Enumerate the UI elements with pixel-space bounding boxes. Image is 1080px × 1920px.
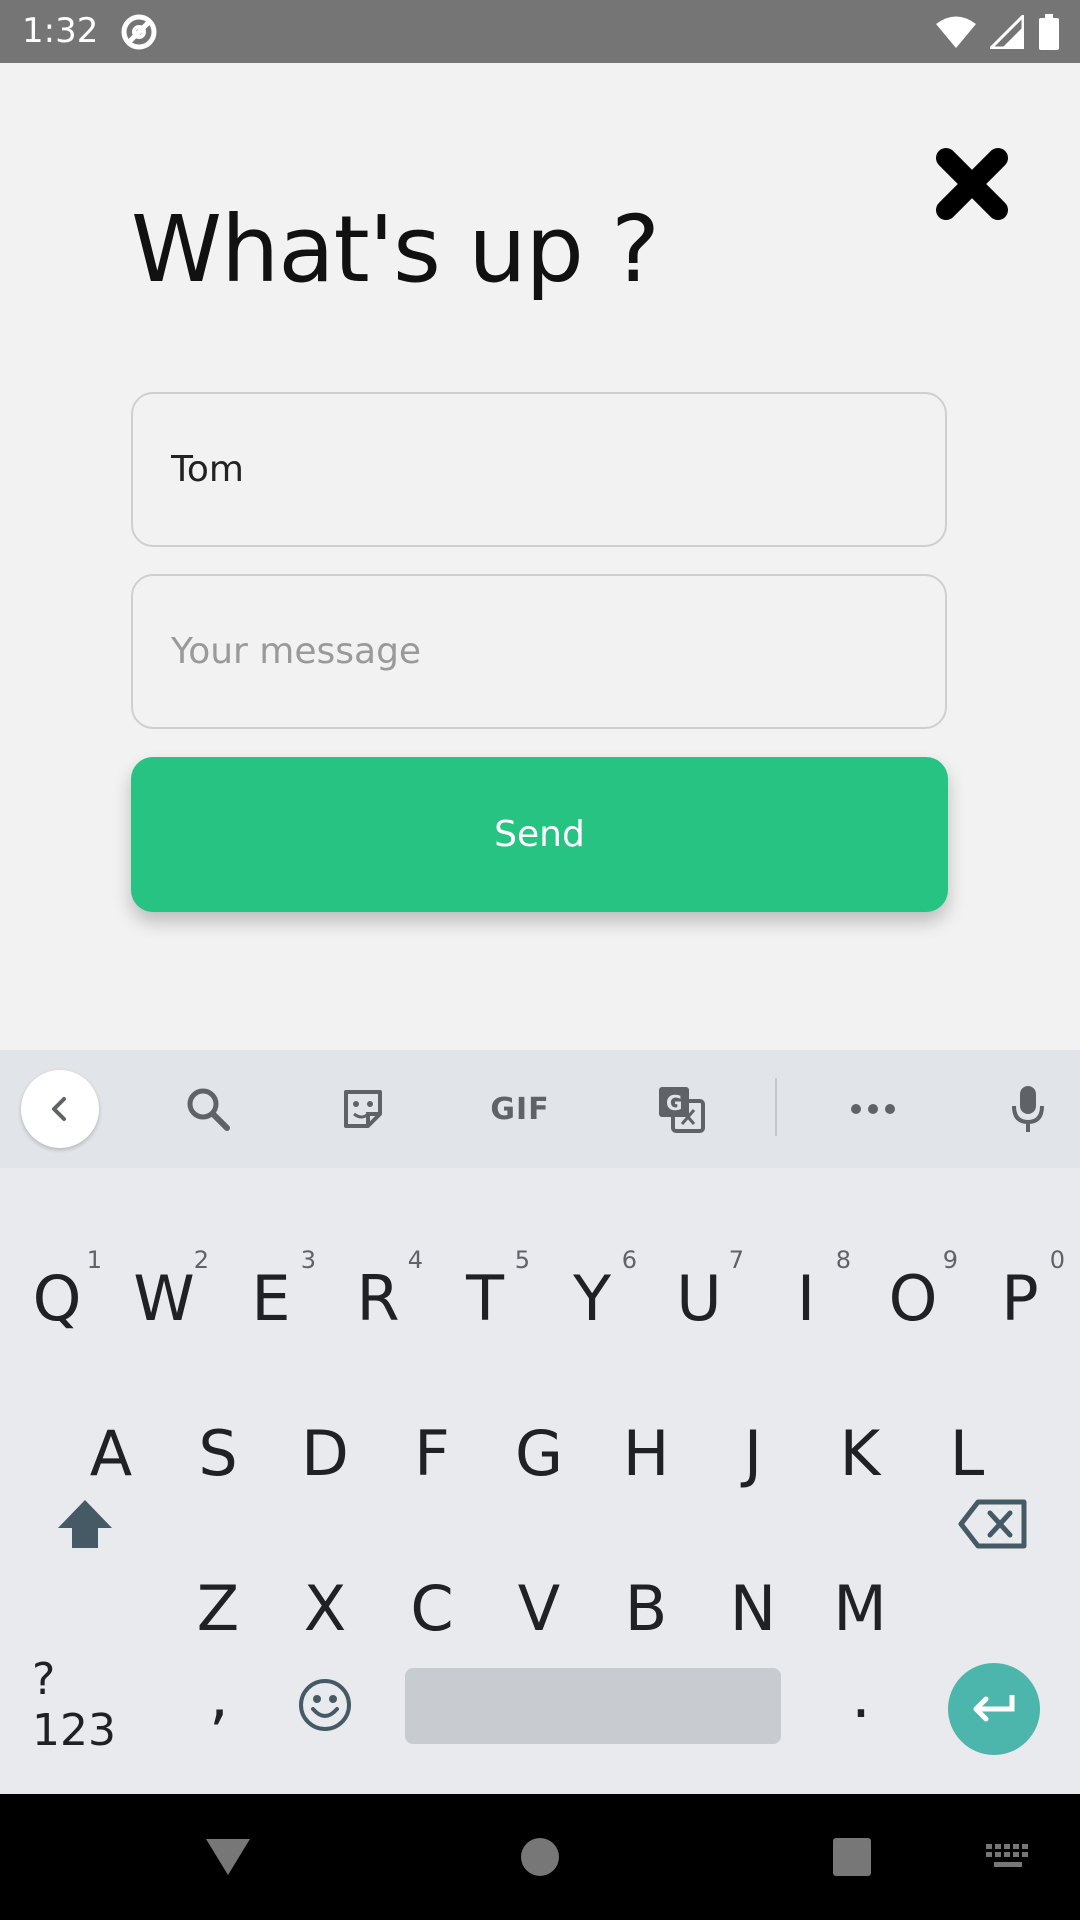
do-not-disturb-icon — [120, 13, 158, 55]
emoji-icon — [299, 1679, 351, 1731]
backspace-key[interactable] — [940, 1454, 1046, 1594]
key-j[interactable]: J — [700, 1383, 806, 1523]
key-b[interactable]: B — [593, 1538, 699, 1678]
key-u[interactable]: U7 — [646, 1228, 752, 1368]
key-v[interactable]: V — [486, 1538, 592, 1678]
key-d[interactable]: D — [272, 1383, 378, 1523]
soft-keyboard: GIF G Q1W2E3R4T5Y6U7I8O9P0 ASDFGHJKL ZXC… — [0, 1050, 1080, 1794]
message-input[interactable] — [171, 576, 911, 727]
message-field[interactable] — [131, 574, 947, 729]
key-number-hint: 0 — [1049, 1246, 1065, 1274]
key-label: Q — [32, 1261, 82, 1335]
toolbar-divider — [775, 1078, 777, 1136]
key-p[interactable]: P0 — [967, 1228, 1073, 1368]
key-label: I — [796, 1261, 816, 1335]
enter-key[interactable] — [948, 1663, 1040, 1755]
more-icon[interactable] — [835, 1050, 911, 1168]
key-w[interactable]: W2 — [111, 1228, 217, 1368]
key-label: O — [888, 1261, 938, 1335]
translate-icon[interactable]: G — [643, 1050, 719, 1168]
key-label: P — [1001, 1261, 1039, 1335]
status-bar: 1:32 — [0, 0, 1080, 63]
key-number-hint: 6 — [621, 1246, 637, 1274]
key-number-hint: 4 — [407, 1246, 423, 1274]
symbols-key[interactable]: ?123 — [32, 1635, 138, 1775]
key-label: E — [251, 1261, 291, 1335]
key-i[interactable]: I8 — [753, 1228, 859, 1368]
key-o[interactable]: O9 — [860, 1228, 966, 1368]
back-nav-icon[interactable] — [200, 1794, 256, 1920]
emoji-key[interactable] — [272, 1635, 378, 1775]
keyboard-switch-icon[interactable] — [985, 1794, 1031, 1920]
chevron-left-icon — [52, 1097, 66, 1121]
shift-icon — [58, 1500, 112, 1548]
name-input[interactable] — [171, 394, 911, 545]
search-icon[interactable] — [170, 1050, 246, 1168]
key-h[interactable]: H — [593, 1383, 699, 1523]
key-e[interactable]: E3 — [218, 1228, 324, 1368]
key-label: Y — [573, 1261, 611, 1335]
recents-nav-icon[interactable] — [830, 1794, 874, 1920]
microphone-icon[interactable] — [990, 1050, 1066, 1168]
battery-icon — [1038, 14, 1060, 54]
key-label: W — [133, 1261, 195, 1335]
key-number-hint: 1 — [86, 1246, 102, 1274]
key-c[interactable]: C — [379, 1538, 485, 1678]
collapse-toolbar-button[interactable] — [21, 1070, 99, 1148]
enter-icon — [973, 1695, 1015, 1722]
key-number-hint: 8 — [835, 1246, 851, 1274]
key-number-hint: 5 — [514, 1246, 530, 1274]
period-key[interactable]: . — [808, 1625, 914, 1765]
key-label: T — [466, 1261, 504, 1335]
home-nav-icon[interactable] — [515, 1794, 565, 1920]
cellular-icon — [987, 12, 1025, 53]
comma-key[interactable]: , — [166, 1625, 272, 1765]
key-t[interactable]: T5 — [432, 1228, 538, 1368]
key-number-hint: 2 — [193, 1246, 209, 1274]
gif-button[interactable]: GIF — [480, 1050, 560, 1168]
sticker-icon[interactable] — [325, 1050, 401, 1168]
send-button[interactable]: Send — [131, 757, 948, 912]
navigation-bar — [0, 1794, 1080, 1920]
key-g[interactable]: G — [486, 1383, 592, 1523]
page-title: What's up ? — [131, 196, 660, 303]
wifi-icon — [936, 15, 976, 53]
svg-text:G: G — [666, 1091, 682, 1115]
close-icon[interactable] — [932, 144, 1012, 224]
key-number-hint: 3 — [300, 1246, 316, 1274]
keyboard-toolbar: GIF G — [0, 1050, 1080, 1168]
key-number-hint: 7 — [728, 1246, 744, 1274]
backspace-icon — [958, 1499, 1027, 1549]
key-q[interactable]: Q1 — [4, 1228, 110, 1368]
shift-key[interactable] — [32, 1454, 138, 1594]
key-number-hint: 9 — [942, 1246, 958, 1274]
key-label: R — [356, 1261, 400, 1335]
key-n[interactable]: N — [700, 1538, 806, 1678]
key-k[interactable]: K — [807, 1383, 913, 1523]
name-field[interactable] — [131, 392, 947, 547]
key-r[interactable]: R4 — [325, 1228, 431, 1368]
key-y[interactable]: Y6 — [539, 1228, 645, 1368]
key-f[interactable]: F — [379, 1383, 485, 1523]
key-label: U — [676, 1261, 722, 1335]
status-time: 1:32 — [22, 11, 99, 51]
space-bar[interactable] — [405, 1668, 781, 1744]
key-s[interactable]: S — [165, 1383, 271, 1523]
